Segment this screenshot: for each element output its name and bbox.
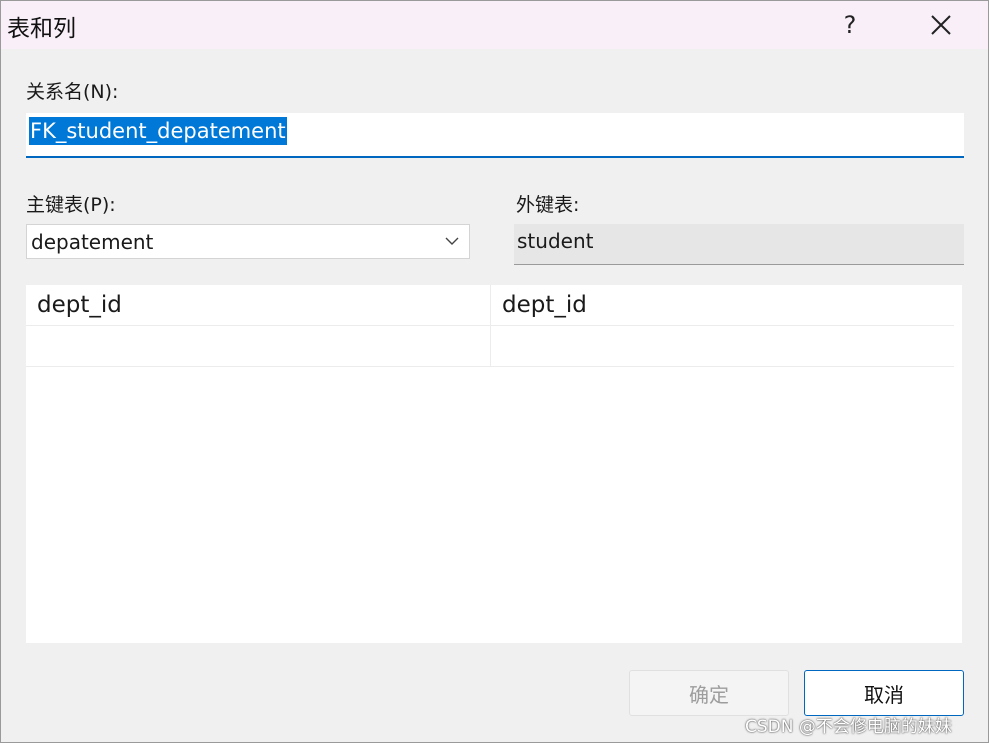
grid-cell-foreign-column[interactable]: dept_id (491, 285, 955, 326)
grid-cell-foreign-column-empty[interactable] (491, 326, 955, 367)
chevron-down-icon (445, 237, 459, 245)
cancel-button[interactable]: 取消 (804, 670, 964, 716)
foreign-key-table-value: student (517, 229, 594, 253)
grid-cell-primary-column[interactable]: dept_id (26, 285, 491, 326)
grid-cell-primary-column-empty[interactable] (26, 326, 491, 367)
close-button[interactable] (915, 1, 967, 49)
watermark-text: CSDN @不会修电脑的妹妹 (745, 717, 952, 737)
relationship-name-label: 关系名(N): (26, 81, 119, 103)
close-icon (931, 15, 951, 35)
primary-key-table-select[interactable]: depatement (26, 224, 470, 259)
dialog-title: 表和列 (7, 16, 76, 42)
primary-key-table-value: depatement (31, 230, 154, 254)
title-bar: 表和列 ? (1, 1, 988, 49)
relationship-name-value: FK_student_depatement (29, 117, 287, 145)
table-and-columns-dialog: 表和列 ? 关系名(N): FK_student_depatement 主键表(… (0, 0, 989, 743)
help-button[interactable]: ? (827, 1, 873, 49)
relationship-name-input[interactable]: FK_student_depatement (26, 113, 964, 158)
foreign-key-table-label: 外键表: (516, 194, 580, 216)
columns-grid[interactable]: dept_id dept_id (26, 285, 962, 643)
primary-key-table-label: 主键表(P): (26, 194, 116, 216)
grid-scrollbar[interactable] (954, 285, 962, 643)
ok-button[interactable]: 确定 (629, 670, 789, 716)
foreign-key-table-field: student (514, 224, 964, 265)
